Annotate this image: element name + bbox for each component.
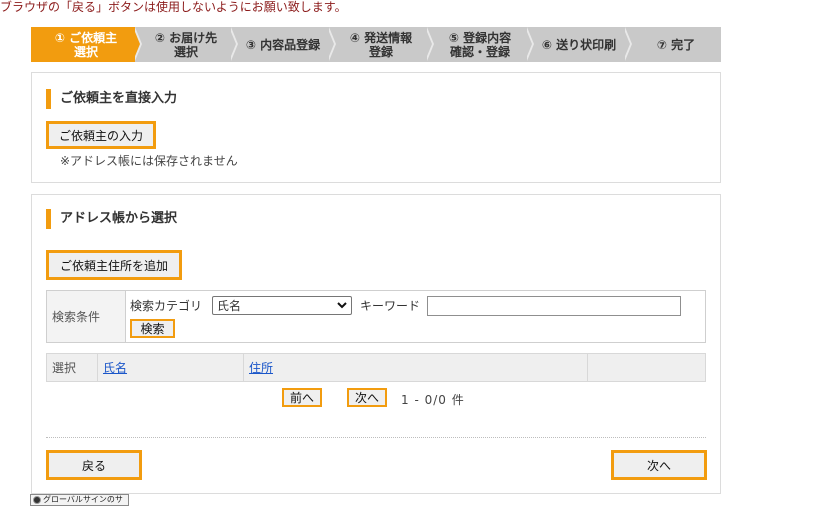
next-button[interactable]: 次へ	[611, 450, 707, 480]
pagination: 前へ 次へ 1 - 0/0 件	[32, 388, 720, 408]
back-button[interactable]: 戻る	[46, 450, 142, 480]
results-table-header: 選択 氏名 住所	[46, 353, 706, 382]
address-book-panel: アドレス帳から選択 ご依頼主住所を追加 検索条件 検索カテゴリ 氏名 キーワード…	[31, 194, 721, 494]
chevron-right-icon	[133, 26, 142, 61]
step-6-print-label: ⑥ 送り状印刷	[527, 26, 632, 62]
column-select: 選択	[47, 354, 98, 381]
step-3-contents: ③ 内容品登録	[231, 26, 336, 62]
keyword-label: キーワード	[360, 299, 421, 313]
browser-back-warning: ブラウザの「戻る」ボタンは使用しないようにお願い致します。	[0, 0, 347, 14]
enter-sender-button[interactable]: ご依頼主の入力	[46, 121, 156, 149]
step-label: ④ 発送情報 登録	[349, 30, 413, 59]
chevron-right-icon	[327, 26, 336, 61]
prev-page-button[interactable]: 前へ	[282, 388, 322, 407]
globalsign-seal-badge[interactable]: グローバルサインのサ	[30, 494, 129, 506]
direct-input-title: ご依頼主を直接入力	[46, 89, 177, 109]
step-label: ① ご依頼主 選択	[54, 30, 118, 59]
address-book-title: アドレス帳から選択	[46, 209, 177, 229]
column-address: 住所	[244, 354, 588, 381]
progress-steps: ① ご依頼主 選択 ② お届け先 選択 ③ 内容品登録 ④ 発送情報 登録 ⑤ …	[31, 26, 721, 62]
next-page-button[interactable]: 次へ	[347, 388, 387, 407]
badge-text: グローバルサインのサ	[43, 495, 123, 504]
chevron-right-icon	[425, 26, 434, 61]
seal-icon	[33, 496, 41, 504]
not-saved-note: ※アドレス帳には保存されません	[60, 154, 238, 168]
chevron-right-icon	[229, 26, 238, 61]
keyword-input[interactable]	[427, 296, 681, 316]
category-select[interactable]: 氏名	[212, 296, 352, 315]
direct-input-panel: ご依頼主を直接入力 ご依頼主の入力 ※アドレス帳には保存されません	[31, 72, 721, 183]
divider	[46, 437, 706, 438]
step-1-select-sender: ① ご依頼主 選択	[31, 26, 142, 62]
step-label: ⑦ 完了	[656, 37, 696, 52]
search-conditions: 検索条件 検索カテゴリ 氏名 キーワード 検索	[46, 290, 706, 343]
chevron-right-icon	[623, 26, 632, 61]
step-2-select-recipient: ② お届け先 選択	[135, 26, 238, 62]
sort-by-name-link[interactable]: 氏名	[103, 359, 127, 376]
step-4-shipping-info: ④ 発送情報 登録	[329, 26, 434, 62]
step-label: ③ 内容品登録	[245, 37, 321, 52]
result-count: 1 - 0/0 件	[401, 393, 465, 407]
add-sender-address-button[interactable]: ご依頼主住所を追加	[46, 250, 182, 280]
chevron-right-icon	[525, 26, 534, 61]
column-empty	[588, 354, 705, 381]
search-condition-label: 検索条件	[47, 291, 126, 342]
category-selected-value: 氏名	[217, 299, 242, 313]
chevron-down-icon	[337, 302, 347, 309]
search-fields: 検索カテゴリ 氏名 キーワード 検索	[126, 291, 705, 342]
sort-by-address-link[interactable]: 住所	[249, 359, 273, 376]
step-7-complete: ⑦ 完了	[625, 27, 721, 62]
step-label: ⑥ 送り状印刷	[541, 37, 617, 52]
search-button[interactable]: 検索	[130, 319, 175, 338]
category-label: 検索カテゴリ	[130, 299, 203, 313]
column-name: 氏名	[98, 354, 244, 381]
step-5-confirm: ⑤ 登録内容 確認・登録	[427, 26, 534, 62]
step-label: ② お届け先 選択	[154, 30, 218, 59]
step-label: ⑤ 登録内容 確認・登録	[448, 30, 512, 59]
